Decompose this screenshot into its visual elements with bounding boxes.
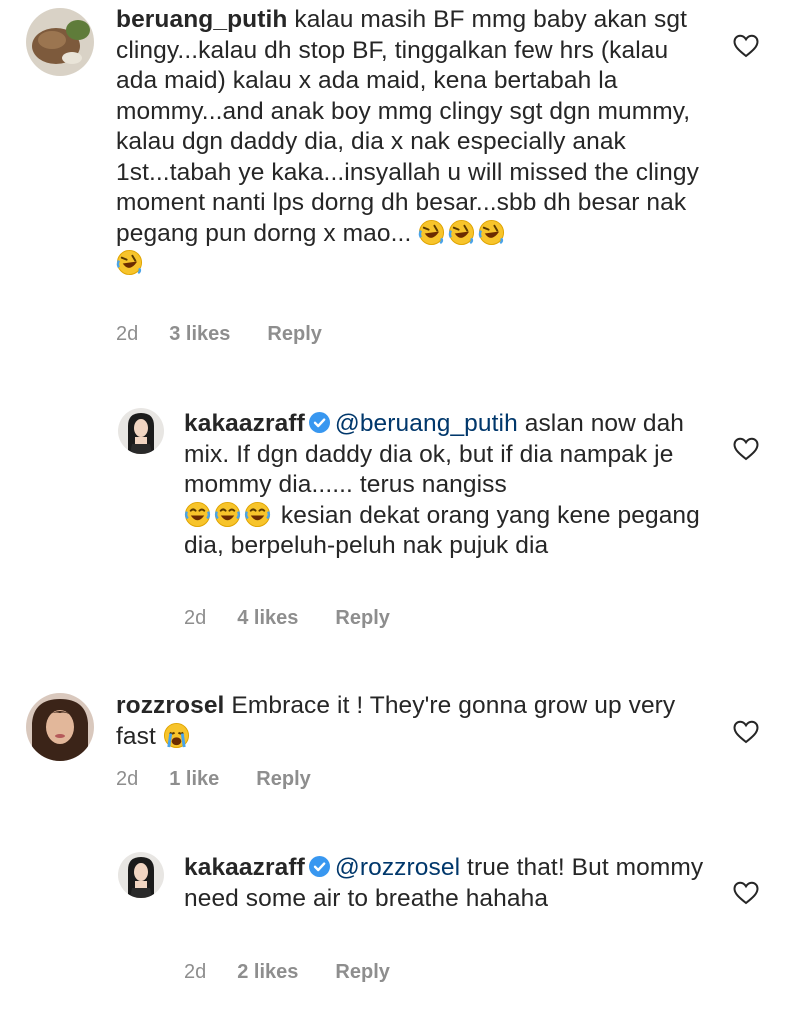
comment-likes[interactable]: 2 likes	[237, 961, 298, 984]
verified-badge-icon	[308, 856, 330, 877]
mention-link[interactable]: @beruang_putih	[335, 410, 518, 437]
comment-username[interactable]: beruang_putih	[116, 6, 287, 33]
comment-username[interactable]: kakaazraff	[184, 410, 305, 437]
comment-meta: 2d 1 like Reply	[116, 768, 311, 791]
rofl-emoji	[418, 219, 445, 246]
comment-time: 2d	[184, 961, 207, 983]
heart-outline-icon[interactable]	[733, 881, 759, 905]
comment-meta: 2d 2 likes Reply	[184, 961, 390, 984]
avatar[interactable]	[26, 8, 94, 76]
avatar[interactable]	[118, 852, 164, 898]
avatar[interactable]	[26, 693, 94, 761]
tears-of-joy-emoji	[244, 501, 271, 528]
comment-username[interactable]: kakaazraff	[184, 854, 305, 881]
comment-text: kalau masih BF mmg baby akan sgt clingy.…	[116, 6, 699, 247]
comment-time: 2d	[116, 323, 139, 345]
tears-of-joy-emoji	[214, 501, 241, 528]
reply-button[interactable]: Reply	[267, 323, 321, 346]
comment-likes[interactable]: 3 likes	[169, 323, 230, 346]
verified-badge-icon	[308, 412, 330, 433]
heart-outline-icon[interactable]	[733, 437, 759, 461]
comment-body: rozzrosel Embrace it ! They're gonna gro…	[116, 691, 716, 752]
comment-time: 2d	[116, 768, 139, 790]
comment-meta: 2d 4 likes Reply	[184, 607, 390, 630]
rofl-emoji	[478, 219, 505, 246]
heart-outline-icon[interactable]	[733, 720, 759, 744]
comment-body: beruang_putih kalau masih BF mmg baby ak…	[116, 5, 716, 280]
rofl-emoji	[116, 249, 143, 276]
mention-link[interactable]: @rozzrosel	[335, 854, 460, 881]
comment-likes[interactable]: 1 like	[169, 768, 219, 791]
comment-likes[interactable]: 4 likes	[237, 607, 298, 630]
comment-time: 2d	[184, 607, 207, 629]
reply-button[interactable]: Reply	[335, 607, 389, 630]
rofl-emoji	[448, 219, 475, 246]
reply-button[interactable]: Reply	[256, 768, 310, 791]
tears-of-joy-emoji	[184, 501, 211, 528]
comment-body: kakaazraff @rozzrosel true that! But momm…	[184, 853, 704, 914]
comment-username[interactable]: rozzrosel	[116, 692, 224, 719]
comment-meta: 2d 3 likes Reply	[116, 323, 322, 346]
heart-outline-icon[interactable]	[733, 34, 759, 58]
loudly-crying-emoji	[163, 722, 190, 749]
reply-button[interactable]: Reply	[335, 961, 389, 984]
avatar[interactable]	[118, 408, 164, 454]
comment-body: kakaazraff @beruang_putih aslan now dah m…	[184, 409, 704, 562]
